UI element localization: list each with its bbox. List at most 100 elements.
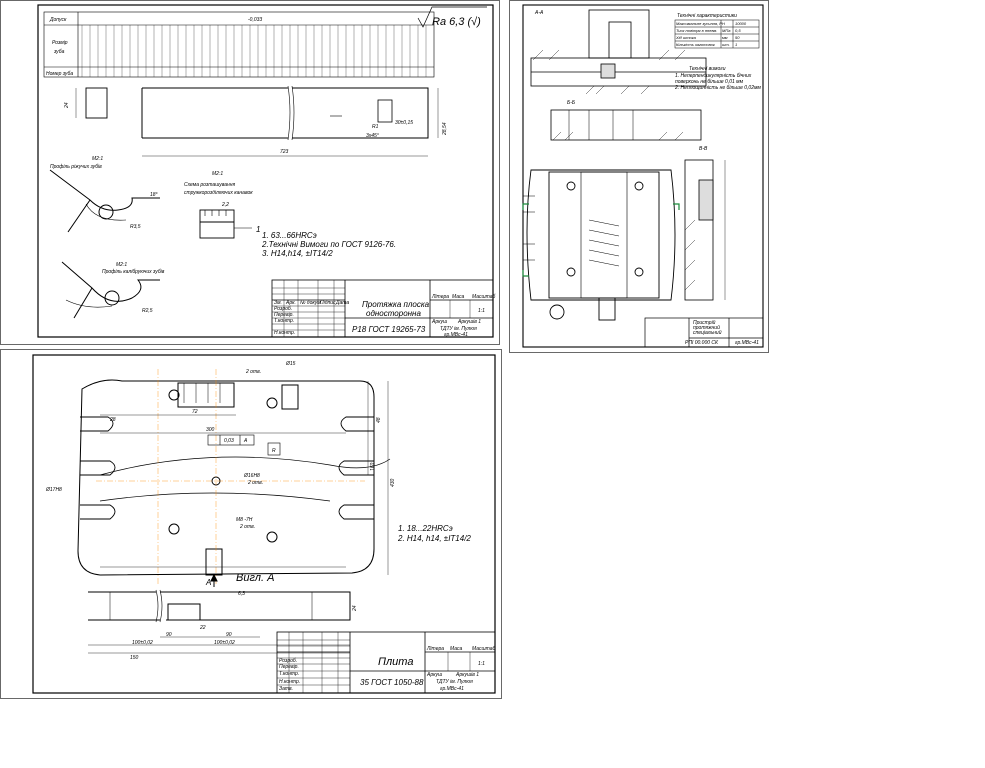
table-row-size-label: Розмір bbox=[52, 40, 68, 46]
sheet3-stamp-row-3: Т.контр. bbox=[279, 671, 299, 677]
plate-dim-d8: 2 отв. bbox=[247, 480, 263, 486]
plate-dim-d14: 430 bbox=[390, 478, 396, 487]
view-arrow-label: А bbox=[205, 578, 211, 587]
side-roughness: 6,3 bbox=[238, 591, 245, 597]
side-dim-d17: 100±0,02 bbox=[132, 640, 153, 646]
specs-cell: 10000 bbox=[735, 21, 747, 26]
sheet3-sheets: Аркушів 1 bbox=[455, 672, 479, 678]
plate-dim-d16: 28 bbox=[109, 417, 116, 423]
sheet1-note-2: 2.Технічні Вимоги по ГОСТ 9126-76. bbox=[261, 240, 396, 249]
specs-cell: шт. bbox=[722, 42, 730, 47]
sheet1-scale-value: 1:1 bbox=[478, 308, 485, 314]
plate-dim-d11: 2 отв. bbox=[239, 524, 255, 530]
tech-req-title: Технічні вимоги bbox=[689, 66, 726, 72]
plate-dim-d1: Ø15 bbox=[285, 361, 296, 367]
sheet1-scale: Масштаб bbox=[472, 294, 496, 300]
sheet3-org-2: гр.МВс-41 bbox=[440, 686, 464, 692]
specs-cell: МПа bbox=[722, 28, 731, 33]
sheet1-stamp-col-2: Арк. bbox=[285, 300, 296, 306]
section-label-bb: Б-Б bbox=[567, 100, 576, 106]
section-label-vv: В-В bbox=[699, 146, 708, 152]
plate-dim-d9: R bbox=[272, 448, 276, 454]
sheet1-stamp-col-1: Зм. bbox=[274, 300, 282, 306]
sheet-plate-drawing: Ø15 2 отв. 72 300 0,03 A Ø16Н8 2 отв. R … bbox=[0, 349, 502, 699]
side-thickness: 24 bbox=[352, 605, 358, 612]
view-label: Вигл. А bbox=[236, 572, 274, 584]
sheet2-title-3: спеціальний bbox=[693, 329, 722, 336]
specs-cell: Хід штока bbox=[675, 35, 697, 40]
sheet1-title-1: Протяжка плоска bbox=[362, 300, 430, 309]
sheet1-stamp-col-3: № докум. bbox=[300, 300, 322, 306]
profile1-scale: М2:1 bbox=[92, 156, 103, 162]
sheet1-title-2: односторонна bbox=[366, 309, 421, 318]
sheet3-scale-value: 1:1 bbox=[478, 661, 485, 667]
hole-radius-dim: R1 bbox=[372, 124, 379, 130]
specs-cell: 1 bbox=[735, 42, 737, 47]
specs-cell: Н bbox=[722, 21, 725, 26]
sheet3-mass: Маса bbox=[450, 646, 463, 652]
sheet2-code: РПІ 00.000 СК bbox=[685, 340, 719, 346]
sheet1-stamp-row-3: Т.контр. bbox=[274, 318, 294, 324]
chip-scheme-title-1: Схема розташування bbox=[184, 182, 236, 188]
specs-heading: Технічні характеристики bbox=[677, 13, 737, 19]
plate-dim-d15: Ø17Н8 bbox=[45, 487, 62, 493]
chip-scheme-marker: 1 bbox=[256, 225, 260, 234]
broach-height-dim: 28,54 bbox=[442, 122, 448, 136]
side-dim-d20: 90 bbox=[166, 632, 172, 638]
side-dim-d18: 100±0,02 bbox=[214, 640, 235, 646]
sheet2-org: гр.МВс-41 bbox=[735, 340, 759, 346]
profile2-scale: М2:1 bbox=[116, 262, 127, 268]
chamfer-dim: 3x45° bbox=[366, 133, 379, 139]
sheet3-material: 35 ГОСТ 1050-88 bbox=[360, 678, 424, 687]
table-row-size-label-2: зуба bbox=[53, 49, 65, 55]
specs-cell: 50 bbox=[735, 35, 740, 40]
sheet3-sheet: Аркуш bbox=[426, 672, 443, 678]
specs-cell: 0,5 bbox=[735, 28, 741, 33]
profile2-label: Профіль калібруючих зубів bbox=[102, 269, 165, 275]
sheet1-note-1: 1. 63...66HRCэ bbox=[262, 231, 317, 240]
specs-cell: Кількість заготовок bbox=[676, 42, 716, 47]
sheet3-stamp-row-4: Н.контр. bbox=[279, 679, 300, 685]
plate-dim-d5: 0,03 bbox=[224, 438, 234, 444]
plate-dim-d3: 72 bbox=[192, 409, 198, 415]
side-dim-d19: 150 bbox=[130, 655, 139, 661]
sheet1-stamp-row-4: Н.контр. bbox=[274, 330, 295, 336]
section-dim-height: 24 bbox=[64, 102, 70, 109]
chip-scheme-scale: М2:1 bbox=[212, 171, 223, 177]
plate-dim-d12: 48 bbox=[376, 417, 382, 423]
sheet1-stamp-col-4: Підпис bbox=[320, 300, 336, 306]
plate-dim-d4: 300 bbox=[206, 427, 215, 433]
sheet1-litera: Літера bbox=[431, 294, 449, 300]
table-row-number-label: Номер зуба bbox=[46, 71, 73, 77]
hole-position-dim: 30±0,15 bbox=[395, 120, 413, 126]
plate-dim-d10: М8 -7Н bbox=[236, 517, 253, 523]
table-tolerance-value: -0,033 bbox=[248, 17, 262, 23]
sheet1-stamp-col-5: Дата bbox=[335, 300, 349, 306]
sheet1-mass: Маса bbox=[452, 294, 465, 300]
chip-scheme-title-2: стружкорозділяючих канавок bbox=[184, 190, 253, 196]
tech-req-3: 2. Неплощинність не більше 0,02мм bbox=[674, 85, 761, 91]
sheet2-corner-label: А-А bbox=[534, 10, 544, 16]
roughness-mark: Ra 6,3 (√) bbox=[432, 16, 481, 28]
sheet-fixture-assembly: А-А Технічні характеристики Максимальне … bbox=[509, 0, 769, 353]
profile2-radius: R2,5 bbox=[142, 308, 153, 314]
sheet3-scale: Масштаб bbox=[472, 646, 496, 652]
sheet-broach-drawing: Допуск Розмір зуба Номер зуба -0,033 Ra … bbox=[0, 0, 500, 345]
sheet3-note-2: 2. H14, h14, ±IT14/2 bbox=[397, 534, 471, 543]
broach-length-dim: 723 bbox=[280, 149, 289, 155]
sheet1-org-2: гр.МВс-41 bbox=[444, 332, 468, 338]
plate-dim-d2: 2 отв. bbox=[245, 369, 261, 375]
profile1-label: Профіль ріжучих зубів bbox=[50, 164, 102, 170]
sheet1-sheet: Аркуш bbox=[431, 319, 448, 325]
sheet3-stamp-row-2: Перевір. bbox=[279, 664, 299, 670]
plate-dim-d6: A bbox=[243, 438, 248, 444]
sheet3-stamp-row-5: Затв. bbox=[279, 686, 293, 692]
profile1-angle: 18° bbox=[150, 192, 158, 198]
specs-cell: мм bbox=[722, 35, 728, 40]
specs-cell: Тиск повітря в пневм. bbox=[676, 28, 717, 33]
table-row-tolerance-label: Допуск bbox=[49, 17, 67, 23]
sheet1-material: Р18 ГОСТ 19265-73 bbox=[352, 325, 426, 334]
side-dim-d21: 22 bbox=[199, 625, 206, 631]
specs-cell: Максимальне зусилля, Р bbox=[676, 21, 722, 26]
plate-dim-d7: Ø16Н8 bbox=[243, 473, 260, 479]
